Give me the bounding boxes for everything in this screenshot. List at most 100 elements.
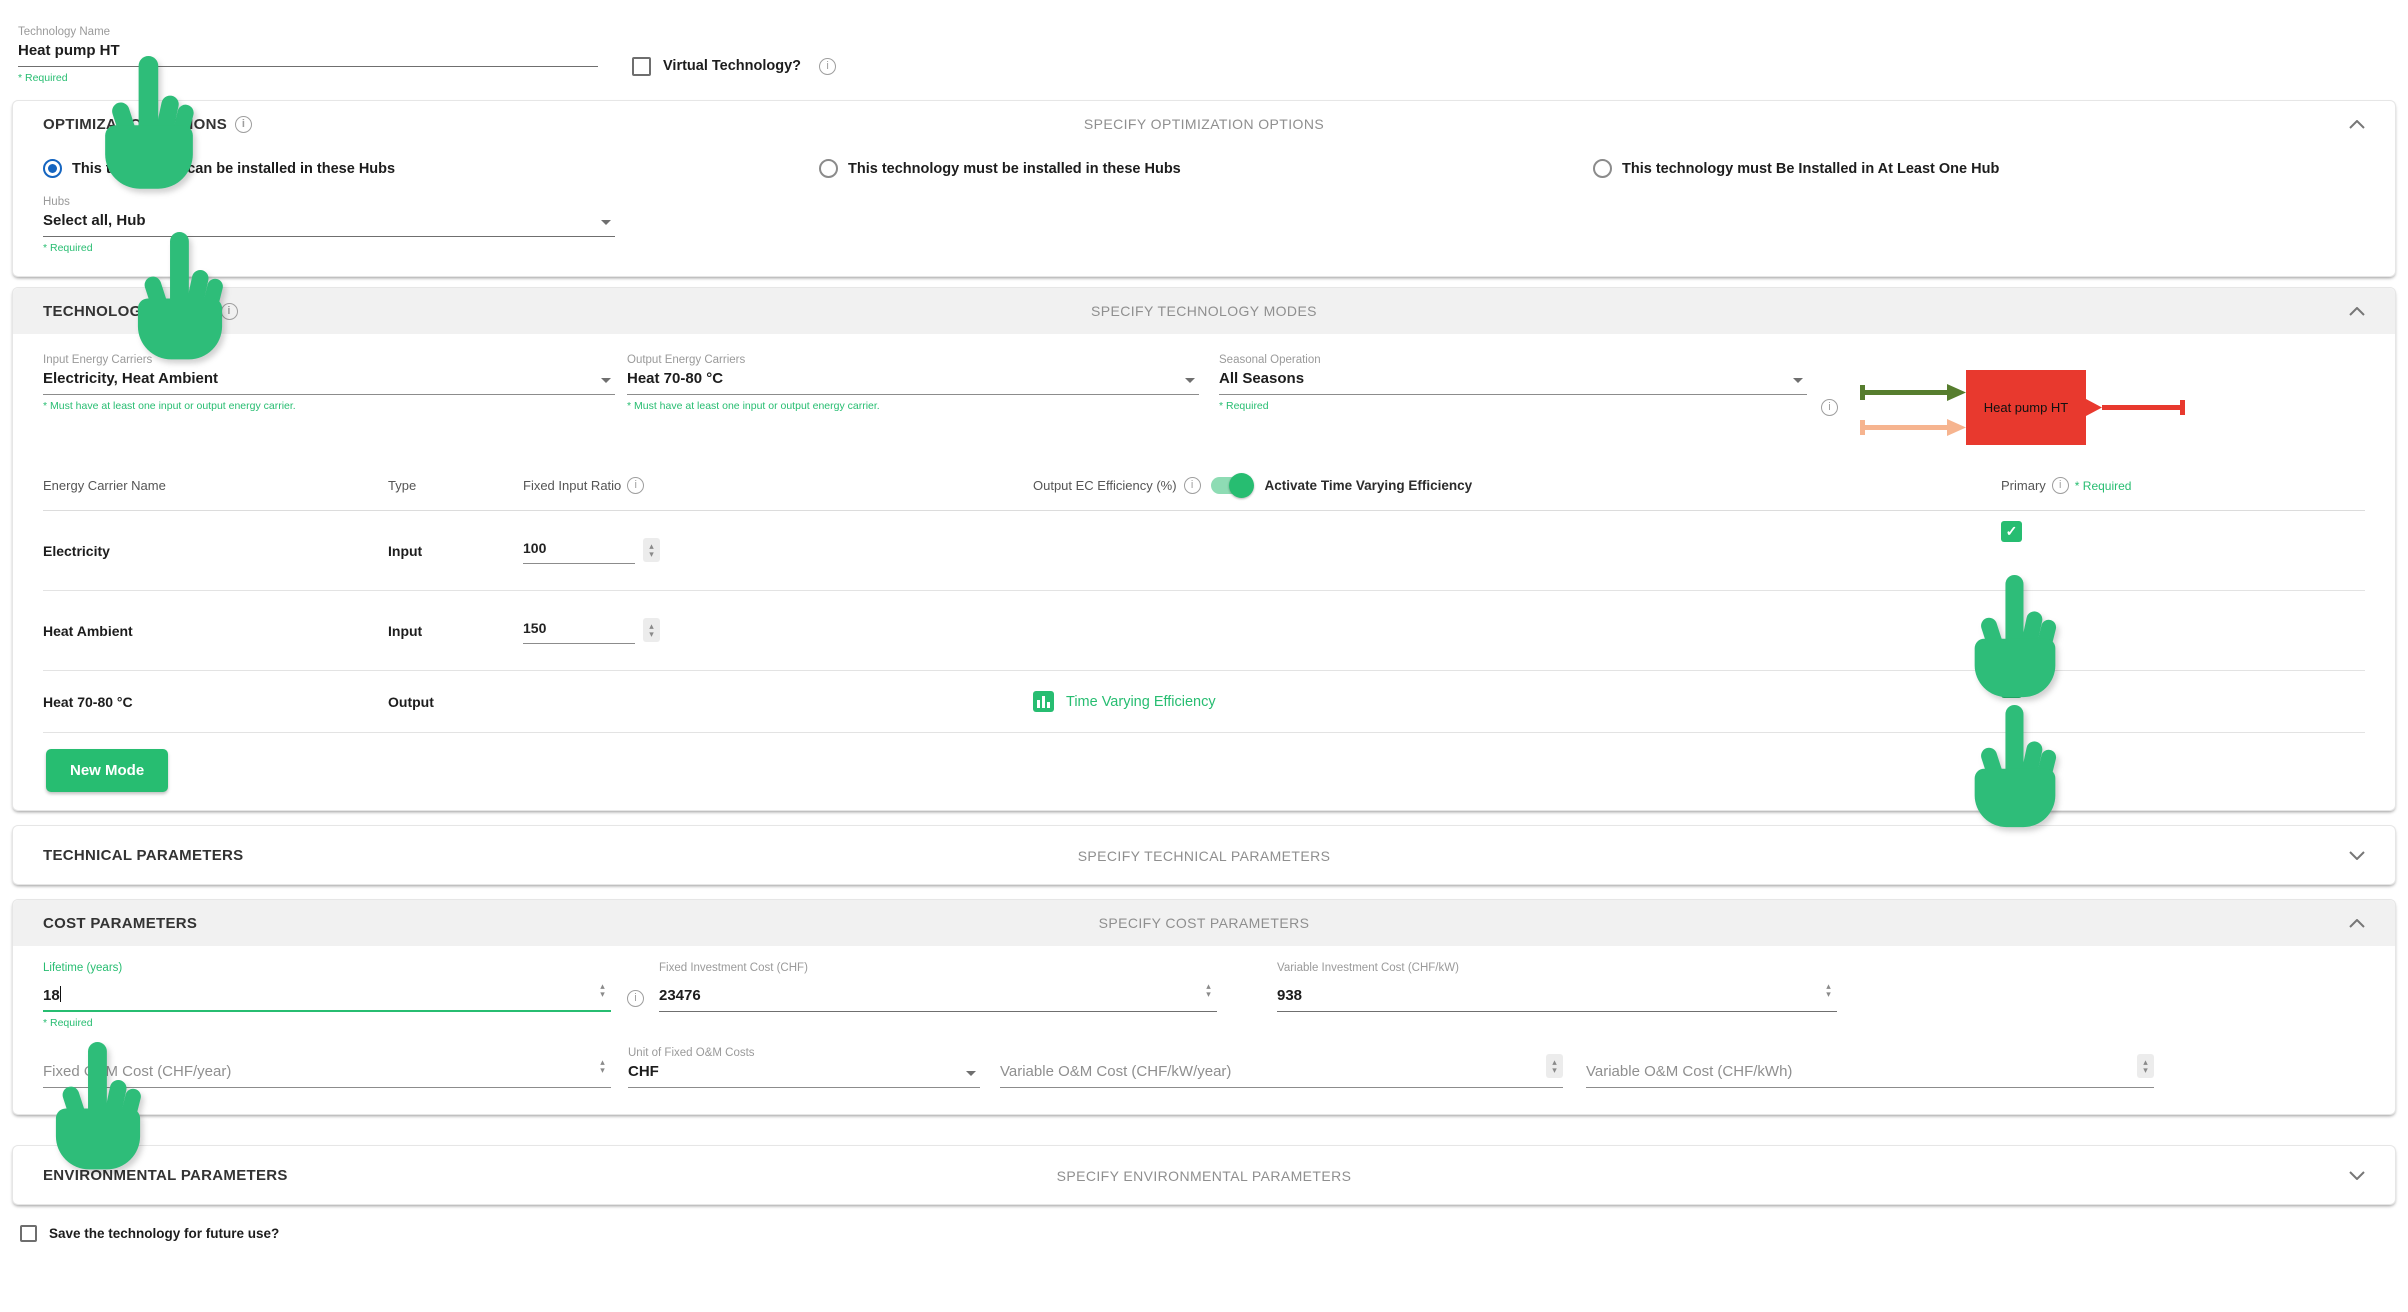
fixed-investment-info-icon[interactable]: i [627,990,644,1007]
technical-collapse-chevron-icon[interactable] [2349,851,2365,860]
save-technology-row: Save the technology for future use? [0,1205,2408,1242]
input-energy-carriers-hint: * Must have at least one input or output… [43,400,615,412]
dropdown-arrow-icon[interactable] [966,1071,976,1076]
fixed-input-ratio-input[interactable]: 100 ▴▾ [523,538,660,564]
header-output-ec-efficiency: Output EC Efficiency (%) [1033,478,1177,493]
time-varying-efficiency-toggle[interactable] [1211,477,1251,494]
virtual-technology-info-icon[interactable]: i [819,58,836,75]
header-type: Type [388,478,523,493]
number-stepper-icon[interactable]: ▴▾ [2137,1054,2154,1078]
virtual-technology-checkbox[interactable] [632,57,651,76]
radio-must-be-installed-label: This technology must be installed in the… [848,161,1181,177]
number-stepper-icon[interactable]: ▴▾ [1200,978,1217,1002]
dropdown-arrow-icon[interactable] [601,378,611,383]
variable-om-cost-kw-year-field[interactable]: Variable O&M Cost (CHF/kW/year) ▴▾ [1000,1054,1563,1088]
table-row-electricity: Electricity Input 100 ▴▾ ✓ [43,511,2365,591]
ratio-value[interactable]: 100 [523,540,635,564]
radio-can-be-installed[interactable]: This technology can be installed in thes… [43,159,819,178]
row-name: Heat Ambient [43,623,388,639]
optimization-options-section: OPTIMIZATION OPTIONS i SPECIFY OPTIMIZAT… [12,100,2396,277]
seasonal-operation-field[interactable]: Seasonal Operation All Seasons * Require… [1219,354,1807,412]
technology-name-value[interactable]: Heat pump HT [18,42,598,59]
radio-unselected-icon[interactable] [1593,159,1612,178]
technology-name-label: Technology Name [18,26,598,38]
number-stepper-icon[interactable]: ▴▾ [643,618,660,642]
fixed-input-ratio-input[interactable]: 150 ▴▾ [523,618,660,644]
variable-investment-cost-field[interactable]: Variable Investment Cost (CHF/kW) 938 ▴▾ [1277,962,1837,1012]
fixed-investment-cost-label: Fixed Investment Cost (CHF) [659,962,1217,974]
diagram-technology-label: Heat pump HT [1984,400,2069,415]
variable-om-cost-kw-year-placeholder[interactable]: Variable O&M Cost (CHF/kW/year) [1000,1063,1538,1080]
number-stepper-icon[interactable]: ▴▾ [594,978,611,1002]
number-stepper-icon[interactable]: ▴▾ [594,1054,611,1078]
lifetime-field[interactable]: Lifetime (years) 18 ▴▾ * Required [43,962,611,1029]
optimization-options-subtitle: SPECIFY OPTIMIZATION OPTIONS [13,116,2395,132]
optimization-options-header[interactable]: OPTIMIZATION OPTIONS i SPECIFY OPTIMIZAT… [13,101,2395,147]
primary-info-icon[interactable]: i [2052,477,2069,494]
energy-carrier-table-header: Energy Carrier Name Type Fixed Input Rat… [43,461,2365,511]
row-type: Input [388,623,523,639]
technical-parameters-section[interactable]: TECHNICAL PARAMETERS SPECIFY TECHNICAL P… [12,825,2396,885]
cost-parameters-section: COST PARAMETERS SPECIFY COST PARAMETERS … [12,899,2396,1115]
row-type: Input [388,543,523,559]
radio-unselected-icon[interactable] [819,159,838,178]
lifetime-value[interactable]: 18 [43,986,586,1004]
hubs-label: Hubs [43,196,615,208]
radio-must-be-installed[interactable]: This technology must be installed in the… [819,159,1593,178]
fixed-investment-cost-value[interactable]: 23476 [659,987,1192,1004]
environmental-parameters-subtitle: SPECIFY ENVIRONMENTAL PARAMETERS [13,1168,2395,1184]
environmental-parameters-section[interactable]: ENVIRONMENTAL PARAMETERS SPECIFY ENVIRON… [12,1145,2396,1205]
hubs-select-field[interactable]: Hubs Select all, Hub * Required [43,196,615,254]
fixed-investment-cost-field[interactable]: Fixed Investment Cost (CHF) 23476 ▴▾ [659,962,1217,1012]
technology-name-field[interactable]: Technology Name Heat pump HT * Required [18,26,598,84]
number-stepper-icon[interactable]: ▴▾ [1820,978,1837,1002]
virtual-technology-row: Virtual Technology? i [632,48,836,84]
radio-at-least-one-hub[interactable]: This technology must Be Installed in At … [1593,159,1999,178]
time-varying-efficiency-label: Time Varying Efficiency [1066,694,1216,710]
cost-collapse-chevron-icon[interactable] [2349,919,2365,928]
output-ec-efficiency-info-icon[interactable]: i [1184,477,1201,494]
lifetime-required: * Required [43,1017,611,1029]
optimization-options-info-icon[interactable]: i [235,116,252,133]
output-energy-carriers-label: Output Energy Carriers [627,354,1199,366]
virtual-technology-label: Virtual Technology? [663,58,801,74]
diagram-info-icon[interactable]: i [1821,399,1838,416]
fixed-om-cost-placeholder[interactable]: Fixed O&M Cost (CHF/year) [43,1063,586,1080]
technology-modes-header[interactable]: TECHNOLOGY MODES i SPECIFY TECHNOLOGY MO… [13,288,2395,334]
input-energy-carriers-field[interactable]: Input Energy Carriers Electricity, Heat … [43,354,615,412]
unit-of-fixed-om-costs-field[interactable]: Unit of Fixed O&M Costs CHF [628,1047,980,1088]
environmental-collapse-chevron-icon[interactable] [2349,1171,2365,1180]
output-energy-carriers-value[interactable]: Heat 70-80 °C [627,370,1177,387]
modes-collapse-chevron-icon[interactable] [2349,307,2365,316]
variable-investment-cost-value[interactable]: 938 [1277,987,1812,1004]
technology-diagram: Heat pump HT [1852,360,2197,455]
ratio-value[interactable]: 150 [523,620,635,644]
variable-om-cost-kwh-field[interactable]: Variable O&M Cost (CHF/kWh) ▴▾ [1586,1054,2154,1088]
primary-checkbox-checked[interactable]: ✓ [2001,677,2022,698]
save-technology-checkbox[interactable] [20,1225,37,1242]
hubs-value[interactable]: Select all, Hub [43,212,593,229]
dropdown-arrow-icon[interactable] [1793,378,1803,383]
optimization-collapse-chevron-icon[interactable] [2349,120,2365,129]
number-stepper-icon[interactable]: ▴▾ [643,538,660,562]
cost-parameters-header[interactable]: COST PARAMETERS SPECIFY COST PARAMETERS [13,900,2395,946]
technology-modes-info-icon[interactable]: i [221,303,238,320]
unit-of-fixed-om-costs-value[interactable]: CHF [628,1063,958,1080]
dropdown-arrow-icon[interactable] [601,220,611,225]
header-fixed-input-ratio: Fixed Input Ratio [523,478,621,493]
variable-om-cost-kwh-placeholder[interactable]: Variable O&M Cost (CHF/kWh) [1586,1063,2129,1080]
new-mode-button[interactable]: New Mode [46,749,168,792]
number-stepper-icon[interactable]: ▴▾ [1546,1054,1563,1078]
unit-of-fixed-om-costs-label: Unit of Fixed O&M Costs [628,1047,980,1059]
radio-selected-icon[interactable] [43,159,62,178]
header-primary: Primary [2001,478,2046,493]
toggle-label: Activate Time Varying Efficiency [1265,478,1473,493]
dropdown-arrow-icon[interactable] [1185,378,1195,383]
input-energy-carriers-value[interactable]: Electricity, Heat Ambient [43,370,593,387]
output-energy-carriers-field[interactable]: Output Energy Carriers Heat 70-80 °C * M… [627,354,1199,412]
primary-checkbox-checked[interactable]: ✓ [2001,521,2022,542]
time-varying-efficiency-link[interactable]: Time Varying Efficiency [1033,691,1216,712]
seasonal-operation-value[interactable]: All Seasons [1219,370,1785,387]
fixed-input-ratio-info-icon[interactable]: i [627,477,644,494]
fixed-om-cost-field[interactable]: Fixed O&M Cost (CHF/year) ▴▾ [43,1054,611,1088]
